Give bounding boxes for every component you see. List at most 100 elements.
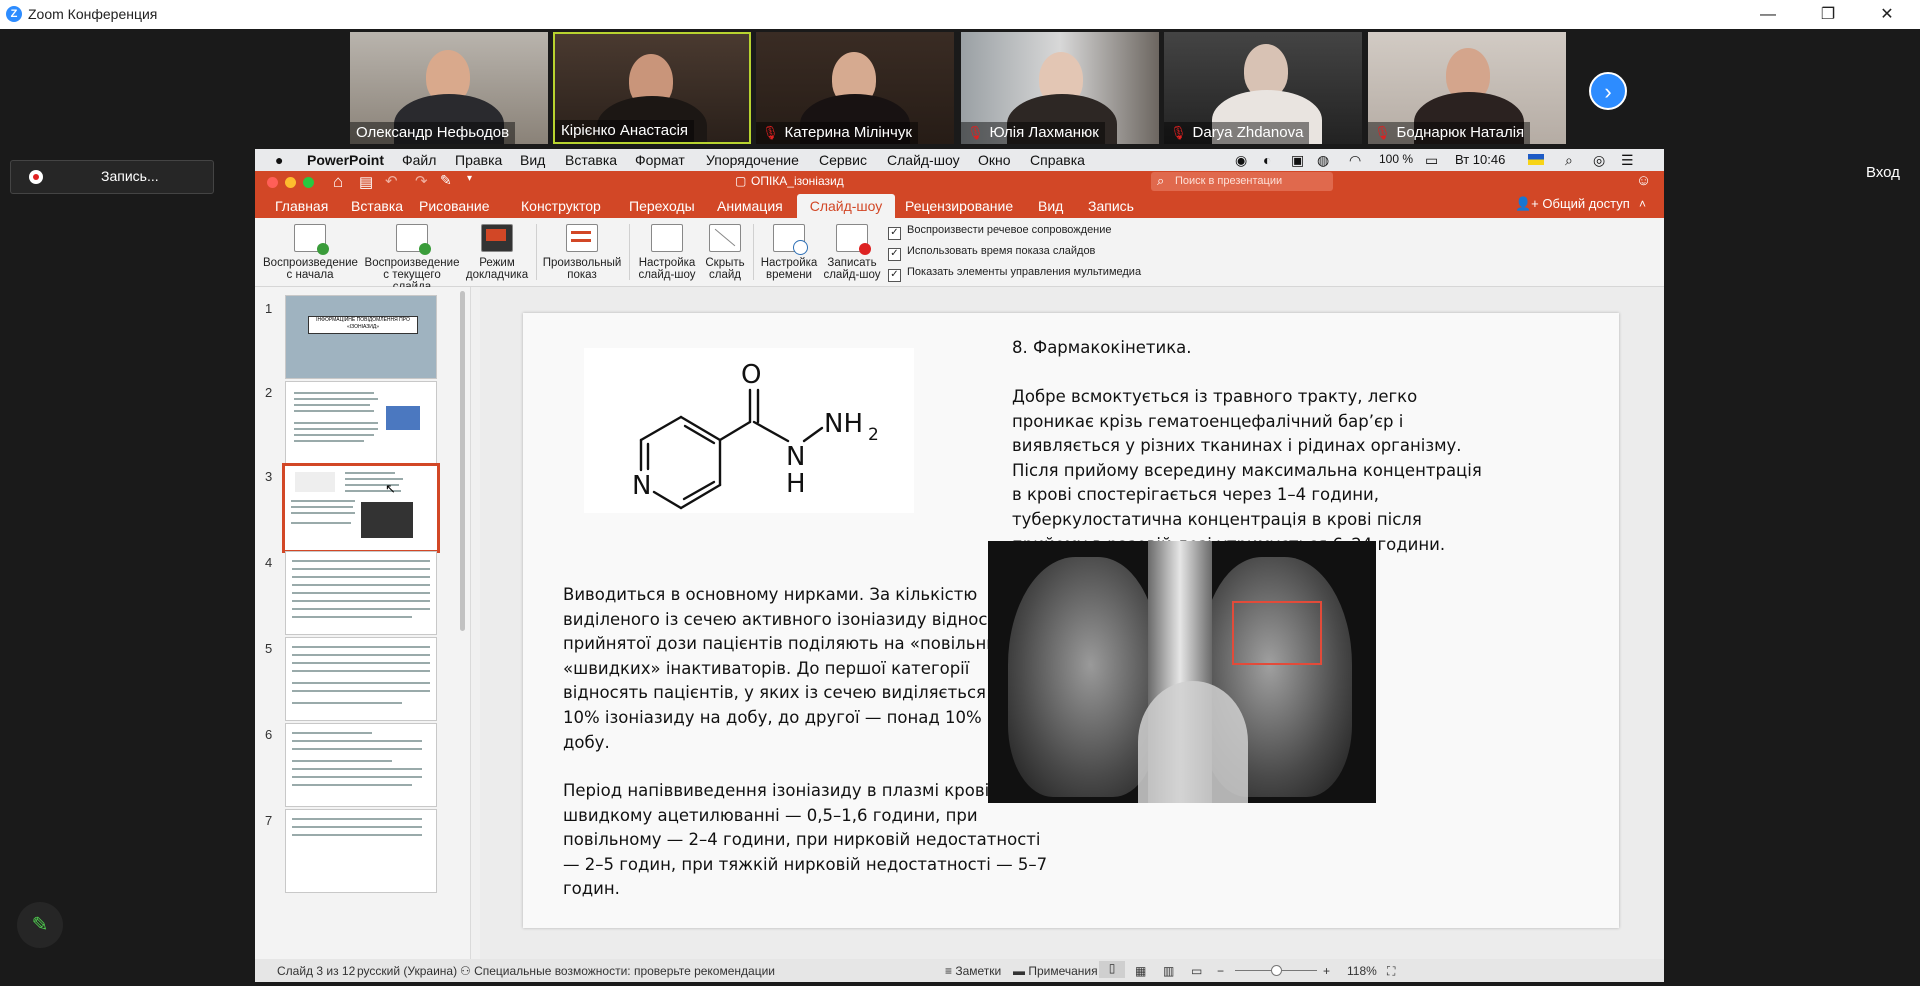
tab-slideshow[interactable]: Слайд-шоу bbox=[797, 194, 895, 218]
menu-tools[interactable]: Сервис bbox=[819, 152, 867, 168]
play-from-start-button[interactable]: Воспроизведение с начала bbox=[263, 224, 358, 281]
zoom-level[interactable]: 118% bbox=[1347, 964, 1377, 978]
thumbnail-scrollbar[interactable] bbox=[460, 291, 465, 631]
tab-draw[interactable]: Рисование bbox=[419, 198, 490, 214]
participant-tile[interactable]: 🎙 Юлія Лахманюк bbox=[961, 32, 1159, 144]
menu-help[interactable]: Справка bbox=[1030, 152, 1085, 168]
control-center-icon[interactable]: ◎ bbox=[1593, 152, 1605, 169]
exit-button[interactable]: Вход bbox=[1866, 164, 1900, 181]
highlight-box bbox=[1232, 601, 1322, 665]
collapse-ribbon-icon[interactable]: ˄ bbox=[1639, 197, 1646, 211]
presenter-view-button[interactable]: Режим докладчика bbox=[465, 224, 529, 281]
zoom-slider-thumb[interactable] bbox=[1271, 965, 1282, 976]
tab-design[interactable]: Конструктор bbox=[521, 198, 601, 214]
window-close-icon[interactable] bbox=[267, 177, 278, 188]
tab-view[interactable]: Вид bbox=[1038, 198, 1063, 214]
tab-transitions[interactable]: Переходы bbox=[629, 198, 695, 214]
tab-insert[interactable]: Вставка bbox=[351, 198, 403, 214]
menu-arrange[interactable]: Упорядочение bbox=[706, 152, 799, 168]
muted-mic-icon: 🎙 bbox=[762, 125, 779, 140]
rehearse-timings-button[interactable]: Настройка времени bbox=[757, 224, 821, 281]
window-zoom-icon[interactable] bbox=[303, 177, 314, 188]
menu-format[interactable]: Формат bbox=[635, 152, 685, 168]
feedback-icon[interactable]: ☺ bbox=[1636, 172, 1651, 189]
menu-insert[interactable]: Вставка bbox=[565, 152, 617, 168]
next-participants-arrow-icon[interactable]: › bbox=[1589, 72, 1627, 110]
tab-review[interactable]: Рецензирование bbox=[905, 198, 1013, 214]
slide-thumbnail-4[interactable] bbox=[285, 551, 437, 635]
undo-icon[interactable]: ↶ bbox=[385, 172, 398, 190]
slide-thumbnail-2[interactable] bbox=[285, 381, 437, 465]
slide-thumbnail-6[interactable] bbox=[285, 723, 437, 807]
zoom-tray-icon[interactable]: ◉ bbox=[1235, 152, 1247, 169]
custom-show-button[interactable]: Произвольный показ bbox=[542, 224, 622, 281]
slide-thumbnail-1[interactable]: ІНФОРМАЦІЙНЕ ПОВІДОМЛЕННЯ ПРО «ІЗОНІАЗИД… bbox=[285, 295, 437, 379]
clock[interactable]: Вт 10:46 bbox=[1455, 152, 1505, 167]
redo-icon[interactable]: ↷ bbox=[415, 172, 428, 190]
tab-home[interactable]: Главная bbox=[275, 198, 328, 214]
checkbox-show-media-controls[interactable]: ✓ Показать элементы управления мультимеди… bbox=[888, 266, 1141, 282]
menu-app-name[interactable]: PowerPoint bbox=[307, 152, 384, 168]
apple-icon[interactable]: ● bbox=[275, 152, 283, 168]
ukraine-flag-icon[interactable] bbox=[1528, 154, 1544, 165]
home-icon[interactable]: ⌂ bbox=[333, 172, 343, 192]
accessibility-checker[interactable]: ⚇ Специальные возможности: проверьте рек… bbox=[460, 964, 775, 978]
reading-view-icon[interactable]: ▥ bbox=[1163, 964, 1174, 978]
participant-tile[interactable]: Олександр Нефьодов bbox=[350, 32, 548, 144]
slide-thumbnail-3-selected[interactable] bbox=[282, 463, 440, 553]
zoom-out-icon[interactable]: − bbox=[1217, 964, 1224, 978]
status-bar: Слайд 3 из 12 русский (Украина) ⚇ Специа… bbox=[255, 959, 1664, 982]
zoom-in-icon[interactable]: + bbox=[1323, 964, 1330, 978]
record-slideshow-button[interactable]: Записать слайд-шоу bbox=[820, 224, 884, 281]
checkbox-play-narrations[interactable]: ✓ Воспроизвести речевое сопровождение bbox=[888, 224, 1112, 240]
participant-tile[interactable]: 🎙 Darya Zhdanova bbox=[1164, 32, 1362, 144]
divider bbox=[753, 224, 754, 280]
menu-view[interactable]: Вид bbox=[520, 152, 545, 168]
window-title: Zoom Конференция bbox=[28, 6, 158, 22]
hide-slide-button[interactable]: Скрыть слайд bbox=[701, 224, 749, 281]
language-indicator[interactable]: русский (Украина) bbox=[357, 964, 457, 978]
tray-icon[interactable]: ◐ bbox=[1263, 152, 1271, 168]
participant-tile[interactable]: 🎙 Боднарюк Наталія bbox=[1368, 32, 1566, 144]
menu-list-icon[interactable]: ☰ bbox=[1621, 152, 1634, 169]
slideshow-setup-button[interactable]: Настройка слайд-шоу bbox=[635, 224, 699, 281]
minimize-button[interactable]: — bbox=[1745, 0, 1791, 29]
tray-icon[interactable]: ◍ bbox=[1317, 152, 1329, 169]
save-icon[interactable]: ▤ bbox=[359, 173, 373, 191]
participant-tile[interactable]: 🎙 Катерина Мілінчук bbox=[756, 32, 954, 144]
share-button[interactable]: 👤+ Общий доступ bbox=[1515, 196, 1630, 212]
draw-icon[interactable]: ✎ bbox=[440, 172, 452, 189]
tab-animations[interactable]: Анимация bbox=[717, 198, 783, 214]
thumb-number: 2 bbox=[265, 385, 273, 400]
tab-record[interactable]: Запись bbox=[1088, 198, 1134, 214]
participant-tile-active-speaker[interactable]: Кірієнко Анастасія bbox=[553, 32, 751, 144]
menu-edit[interactable]: Правка bbox=[455, 152, 502, 168]
menu-file[interactable]: Файл bbox=[402, 152, 436, 168]
menu-slideshow[interactable]: Слайд-шоу bbox=[887, 152, 960, 168]
record-button[interactable]: Запись... bbox=[10, 160, 214, 194]
battery-icon[interactable]: ▭ bbox=[1425, 152, 1438, 169]
fit-to-window-icon[interactable]: ⛶ bbox=[1387, 964, 1395, 979]
comments-button[interactable]: ▬ Примечания bbox=[1013, 964, 1098, 978]
current-slide[interactable]: O N H NH 2 N 8. Фармакокінетика. Добре в… bbox=[523, 313, 1619, 928]
slide-thumbnail-7[interactable] bbox=[285, 809, 437, 893]
window-minimize-icon[interactable] bbox=[285, 177, 296, 188]
notes-button[interactable]: ≡ Заметки bbox=[945, 964, 1001, 978]
slideshow-view-icon[interactable]: ▭ bbox=[1191, 964, 1202, 978]
amine-group-label: NH bbox=[824, 409, 863, 439]
customize-toolbar-icon[interactable]: ▾ bbox=[467, 173, 472, 184]
checkbox-use-timings[interactable]: ✓ Использовать время показа слайдов bbox=[888, 245, 1095, 261]
screen-share-icon[interactable]: ▣ bbox=[1291, 152, 1304, 169]
participant-name: Олександр Нефьодов bbox=[350, 122, 516, 144]
normal-view-icon[interactable]: ▯ bbox=[1099, 961, 1125, 978]
slide-thumbnail-5[interactable] bbox=[285, 637, 437, 721]
search-box[interactable]: ⌕ Поиск в презентации bbox=[1151, 172, 1333, 191]
menu-window[interactable]: Окно bbox=[978, 152, 1011, 168]
search-icon[interactable]: ⌕ bbox=[1565, 152, 1573, 169]
restore-button[interactable]: ❐ bbox=[1805, 0, 1851, 29]
slide-sorter-icon[interactable]: ▦ bbox=[1135, 964, 1146, 978]
play-from-current-button[interactable]: Воспроизведениес текущего слайда bbox=[363, 224, 461, 293]
close-button[interactable]: ✕ bbox=[1864, 0, 1910, 29]
annotate-pen-icon[interactable]: ✎ bbox=[17, 902, 63, 948]
wifi-icon[interactable]: ◠ bbox=[1349, 152, 1361, 169]
